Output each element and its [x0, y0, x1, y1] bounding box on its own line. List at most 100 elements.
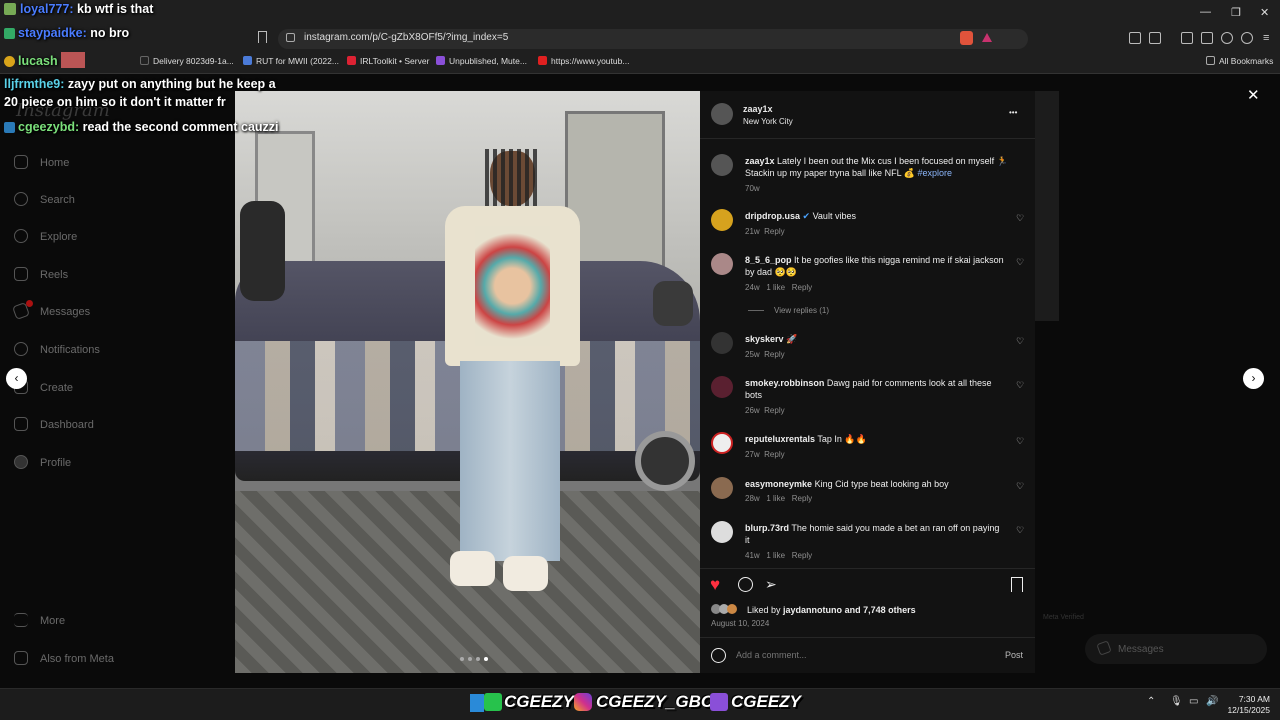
heart-icon — [14, 342, 28, 356]
bookmark-item[interactable]: IRLToolkit • Server — [347, 56, 429, 66]
all-bookmarks[interactable]: All Bookmarks — [1206, 56, 1273, 66]
post-location[interactable]: New York City — [743, 117, 793, 126]
reply-button[interactable]: Reply — [792, 551, 812, 560]
sidebar-item-messages[interactable]: Messages — [12, 302, 90, 320]
emoji-icon[interactable] — [711, 648, 726, 663]
chat-message: 20 piece on him so it don't it matter fr — [4, 95, 226, 109]
clock-date[interactable]: 12/15/2025 — [1222, 705, 1270, 715]
reply-button[interactable]: Reply — [764, 227, 784, 236]
post-photo[interactable] — [235, 91, 700, 673]
clock-time[interactable]: 7:30 AM — [1232, 694, 1270, 704]
sidebar-icon[interactable] — [1181, 32, 1193, 44]
avatar[interactable] — [711, 253, 733, 275]
menu-icon[interactable]: ≡ — [1263, 32, 1269, 44]
brave-shield-icon[interactable] — [960, 31, 973, 45]
sidebar-item-reels[interactable]: Reels — [14, 267, 68, 281]
like-comment-icon[interactable]: ♡ — [1016, 381, 1025, 390]
extensions-icon[interactable] — [1129, 32, 1141, 44]
avatar[interactable] — [711, 103, 733, 125]
bookmark-item[interactable]: Delivery 8023d9-1a... — [140, 56, 234, 66]
sidebar-item-dashboard[interactable]: Dashboard — [14, 417, 94, 431]
add-comment-input[interactable] — [736, 648, 986, 662]
like-heart-icon[interactable]: ♥ — [710, 575, 720, 595]
toolkit-icon — [347, 56, 356, 65]
chat-message: lucash — [4, 52, 86, 68]
sidebar-item-search[interactable]: Search — [14, 192, 75, 206]
more-options-button[interactable]: ••• — [1009, 108, 1017, 117]
sidebar-item-also-from-meta[interactable]: Also from Meta — [14, 651, 114, 665]
save-bookmark-icon[interactable] — [1011, 577, 1023, 592]
minimize-button[interactable]: — — [1200, 6, 1211, 18]
comment-icon[interactable] — [738, 577, 753, 592]
reply-button[interactable]: Reply — [792, 494, 812, 503]
bookmark-icon — [140, 56, 149, 65]
reels-icon — [14, 267, 28, 281]
like-comment-icon[interactable]: ♡ — [1016, 482, 1025, 491]
site-info-icon[interactable] — [286, 33, 295, 42]
volume-icon[interactable]: 🔊 — [1206, 696, 1218, 707]
comment-text: skyskerv 🚀 — [745, 334, 798, 344]
messages-pill-label: Messages — [1118, 644, 1164, 655]
leo-icon[interactable] — [1221, 32, 1233, 44]
reply-button[interactable]: Reply — [792, 283, 812, 292]
avatar[interactable] — [711, 477, 733, 499]
replies-line — [748, 310, 764, 311]
avatar[interactable] — [711, 521, 733, 543]
reading-list-icon[interactable] — [1149, 32, 1161, 44]
reply-button[interactable]: Reply — [764, 450, 784, 459]
avatar[interactable] — [711, 432, 733, 454]
share-icon[interactable]: ➢ — [765, 576, 777, 593]
sidebar-item-explore[interactable]: Explore — [14, 229, 77, 243]
post-comment-button[interactable]: Post — [1005, 650, 1023, 660]
twitch-icon — [436, 56, 445, 65]
bookmark-item[interactable]: Unpublished, Mute... — [436, 56, 527, 66]
reply-button[interactable]: Reply — [764, 406, 784, 415]
previous-post-button[interactable]: ‹ — [6, 368, 27, 389]
bookmark-item[interactable]: https://www.youtub... — [538, 56, 629, 66]
chevron-up-icon[interactable]: ⌃ — [1147, 696, 1155, 707]
sidebar-item-profile[interactable]: Profile — [14, 455, 71, 469]
comment-text: blurp.73rd The homie said you made a bet… — [745, 523, 1000, 545]
next-post-button[interactable]: › — [1243, 368, 1264, 389]
bookmark-item[interactable]: RUT for MWII (2022... — [243, 56, 339, 66]
post-username[interactable]: zaay1x — [743, 104, 773, 114]
doc-icon — [243, 56, 252, 65]
sidebar-item-home[interactable]: Home — [14, 155, 69, 169]
explore-icon — [14, 229, 28, 243]
youtube-icon — [538, 56, 547, 65]
view-replies-button[interactable]: View replies (1) — [774, 306, 829, 315]
carousel-dot — [476, 657, 480, 661]
close-modal-button[interactable]: ✕ — [1247, 86, 1260, 104]
like-comment-icon[interactable]: ♡ — [1016, 214, 1025, 223]
sidebar-item-more[interactable]: More — [14, 613, 65, 627]
avatar[interactable] — [711, 154, 733, 176]
sidebar-item-notifications[interactable]: Notifications — [14, 342, 100, 356]
avatar[interactable] — [711, 209, 733, 231]
microphone-icon[interactable]: 🎙 — [1170, 696, 1183, 707]
like-comment-icon[interactable]: ♡ — [1016, 258, 1025, 267]
window-close-button[interactable]: ✕ — [1260, 6, 1269, 19]
meta-apps-icon — [14, 651, 28, 665]
wallet-icon[interactable] — [1201, 32, 1213, 44]
avatar[interactable] — [711, 376, 733, 398]
url-text[interactable]: instagram.com/p/C-gZbX8OFf5/?img_index=5 — [304, 32, 508, 43]
avatar[interactable] — [711, 332, 733, 354]
liker-avatar — [727, 604, 737, 614]
comment-text: dripdrop.usa ✔ Vault vibes — [745, 211, 856, 221]
chat-badge-icon — [4, 3, 16, 15]
messages-pill[interactable] — [1085, 634, 1267, 664]
network-icon[interactable]: ▭ — [1189, 696, 1198, 707]
bookmark-star-icon[interactable] — [258, 31, 267, 43]
maximize-button[interactable]: ❐ — [1231, 6, 1241, 19]
windows-start-icon[interactable] — [470, 694, 484, 712]
comment-meta: 21w Reply — [745, 227, 785, 236]
background-post-thumbnail — [1035, 91, 1059, 321]
carousel-dot — [468, 657, 472, 661]
rewards-icon[interactable] — [982, 33, 992, 42]
vpn-icon[interactable] — [1241, 32, 1253, 44]
dashboard-icon — [14, 417, 28, 431]
like-comment-icon[interactable]: ♡ — [1016, 526, 1025, 535]
like-comment-icon[interactable]: ♡ — [1016, 437, 1025, 446]
reply-button[interactable]: Reply — [764, 350, 784, 359]
like-comment-icon[interactable]: ♡ — [1016, 337, 1025, 346]
